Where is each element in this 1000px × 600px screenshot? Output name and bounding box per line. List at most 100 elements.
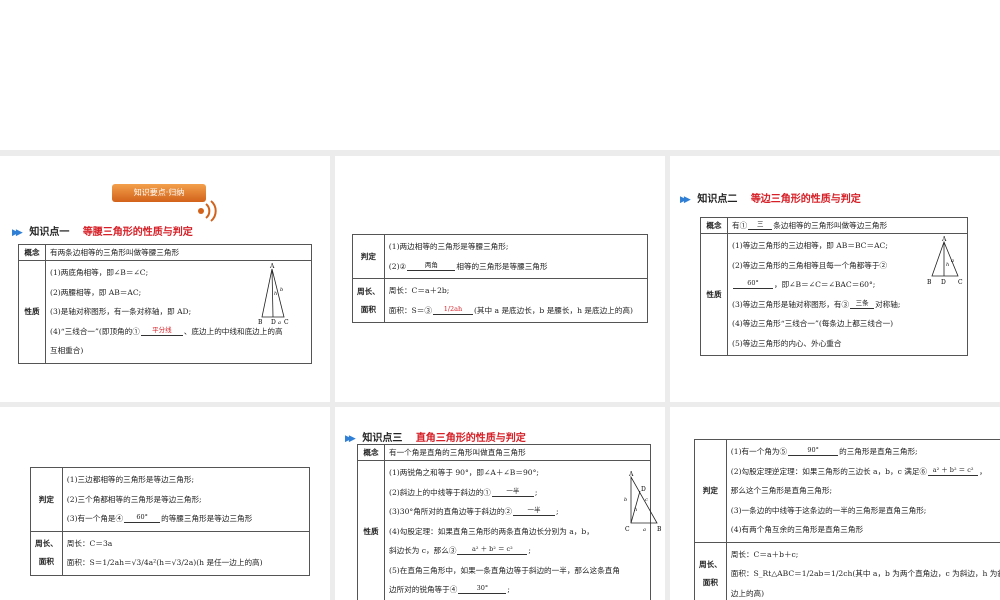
prop-line-4-cont: 斜边长为 c，那么③ a² ＋ b² ＝ c²;	[389, 545, 531, 555]
svg-text:A: A	[941, 236, 947, 243]
answer-blank: 90°	[788, 446, 839, 456]
kp-number: 知识点一	[29, 227, 70, 238]
area-line: 面积：S＝1/2ah＝√3/4a²(h＝√3/2a)(h 是任一边上的高)	[66, 558, 263, 567]
prop-line-3: (3)等边三角形是轴对称图形，有③ 三条 对称轴;	[732, 298, 901, 309]
answer-blank: 60°	[124, 513, 161, 523]
judge-line-3: (3)有一个角是④ 60° 的等腰三角形是等边三角形	[66, 513, 253, 523]
svg-text:a: a	[278, 320, 281, 325]
knowledge-point-heading: ▶▶ 知识点一 等腰三角形的性质与判定	[12, 223, 193, 238]
area-line: 面积：S＝③ 1/2ah (其中 a 是底边长，b 是腰长，h 是底边上的高)	[388, 304, 633, 315]
svg-text:b: b	[624, 497, 627, 503]
judge-line-1: (1)三边都相等的三角形是等边三角形;	[66, 475, 195, 484]
slide-right-triangle-properties[interactable]: ▶▶ 知识点三 直角三角形的性质与判定 概念 有一个角是直角的三角形叫做直角三角…	[335, 407, 665, 600]
slide-equilateral-judgement[interactable]: 判定 (1)三边都相等的三角形是等边三角形; (2)三个角都相等的三角形是等边三…	[0, 407, 330, 600]
slide-equilateral-properties[interactable]: ▶▶ 知识点二 等边三角形的性质与判定 概念 有① 三条边相等的三角形叫做等边三角…	[670, 156, 1000, 402]
svg-text:C: C	[625, 526, 630, 533]
area-header: 面积	[702, 577, 718, 587]
svg-text:a: a	[643, 527, 646, 533]
judge-line-2-cont: 那么这个三角形是直角三角形;	[730, 486, 833, 495]
judgement-header: 判定	[352, 234, 385, 279]
judgement-header: 判定	[30, 467, 63, 532]
answer-blank: 60°	[733, 279, 773, 289]
double-arrow-icon: ▶▶	[680, 195, 691, 205]
equilateral-judgement-table: 判定 (1)三边都相等的三角形是等边三角形; (2)三个角都相等的三角形是等边三…	[30, 467, 311, 576]
svg-text:h: h	[274, 291, 277, 297]
svg-text:C: C	[284, 319, 289, 325]
svg-text:h: h	[634, 507, 637, 513]
judge-line-3: (3)一条边的中线等于这条边的一半的三角形是直角三角形;	[730, 505, 927, 515]
perimeter-header: 周长、	[357, 286, 380, 296]
answer-blank: a² ＋ b² ＝ c²	[457, 545, 528, 555]
concept-header: 概念	[357, 444, 385, 461]
prop-line-4: (4)勾股定理：如果直角三角形的两条直角边长分别为 a，b，	[389, 526, 594, 536]
judgement-header: 判定	[694, 439, 727, 543]
prop-line-4-cont: 互相重合)	[50, 346, 84, 355]
kp-number: 知识点三	[362, 433, 403, 444]
isosceles-triangle-figure: A B D C a b h	[258, 263, 289, 325]
section-badge: 知识要点·归纳	[112, 184, 206, 202]
answer-blank: 平分线	[140, 326, 183, 336]
prop-line-4: (4)等边三角形“三线合一”(每条边上都三线合一)	[732, 319, 894, 328]
answer-blank: 三条	[850, 299, 875, 309]
svg-text:D: D	[941, 279, 946, 286]
svg-text:B: B	[258, 319, 263, 325]
kp-title: 直角三角形的性质与判定	[415, 433, 526, 444]
answer-blank: 两角	[407, 261, 456, 271]
slide-right-triangle-judgement[interactable]: 判定 (1)有一个角为⑤ 90° 的三角形是直角三角形; (2)勾股定理逆定理：如果…	[670, 407, 1000, 600]
svg-text:A: A	[628, 471, 634, 478]
judge-line-4: (4)有两个角互余的三角形是直角三角形	[730, 525, 864, 534]
svg-text:B: B	[927, 279, 932, 286]
perimeter-line: 周长：C＝3a	[66, 538, 113, 548]
prop-line-5: (5)等边三角形的内心、外心重合	[732, 338, 842, 348]
property-header: 性质	[18, 260, 46, 364]
isosceles-judgement-table: 判定 (1)两边相等的三角形是等腰三角形; (2)② 两角 相等的三角形是等腰三角形…	[352, 234, 649, 323]
area-header: 面积	[360, 304, 376, 314]
property-header: 性质	[700, 233, 728, 356]
judge-line-1: (1)两边相等的三角形是等腰三角形;	[388, 242, 509, 251]
blank-slide-area	[0, 0, 1000, 150]
double-arrow-icon: ▶▶	[345, 434, 356, 444]
double-arrow-icon: ▶▶	[12, 228, 23, 238]
area-line: 面积：S_Rt△ABC＝1/2ab＝1/2ch(其中 a，b 为两个直角边，c …	[730, 569, 1000, 578]
perimeter-line: 周长：C＝a＋2b;	[388, 286, 450, 295]
prop-line-3: (3)30°角所对的直角边等于斜边的② 一半;	[389, 506, 559, 516]
answer-blank: 一半	[491, 487, 534, 497]
answer-blank: 一半	[512, 506, 555, 516]
right-triangle-figure: A C B D a b c h	[624, 471, 662, 533]
judge-line-1: (1)有一个角为⑤ 90° 的三角形是直角三角形;	[730, 446, 918, 456]
judge-line-2: (2)② 两角 相等的三角形是等腰三角形	[388, 260, 548, 271]
svg-text:D: D	[271, 319, 276, 325]
svg-text:c: c	[645, 497, 648, 503]
svg-text:a: a	[951, 258, 954, 264]
answer-blank: a² ＋ b² ＝ c²	[928, 466, 979, 476]
judge-line-2: (2)三个角都相等的三角形是等边三角形;	[66, 494, 202, 504]
svg-text:C: C	[958, 279, 963, 286]
svg-text:B: B	[657, 526, 662, 533]
kp-title: 等边三角形的性质与判定	[750, 194, 861, 205]
svg-text:b: b	[280, 287, 283, 293]
area-header: 面积	[38, 557, 54, 566]
kp-number: 知识点二	[697, 194, 738, 205]
speaker-icon	[198, 200, 217, 222]
kp-title: 等腰三角形的性质与判定	[82, 227, 193, 238]
perimeter-line: 周长：C＝a＋b＋c;	[730, 549, 799, 559]
property-header: 性质	[357, 460, 385, 600]
right-triangle-judgement-table: 判定 (1)有一个角为⑤ 90° 的三角形是直角三角形; (2)勾股定理逆定理：如果…	[694, 439, 1000, 600]
answer-blank: 1/2ah	[432, 305, 473, 315]
concept-header: 概念	[18, 244, 46, 261]
judge-line-2: (2)勾股定理逆定理：如果三角形的三边长 a，b，c 满足⑥ a² ＋ b² ＝ …	[730, 465, 987, 476]
concept-text: 有两条边相等的三角形叫做等腰三角形	[45, 244, 312, 261]
slide-isosceles-properties[interactable]: 知识要点·归纳 ▶▶ 知识点一 等腰三角形的性质与判定 概念 有两条边相等的三角…	[0, 156, 330, 402]
prop-line-5: (5)在直角三角形中，如果一条直角边等于斜边的一半，那么这条直角	[389, 565, 620, 575]
knowledge-point-heading: ▶▶ 知识点三 直角三角形的性质与判定	[345, 429, 526, 444]
knowledge-point-heading: ▶▶ 知识点二 等边三角形的性质与判定	[680, 190, 861, 205]
prop-line-2: (2)斜边上的中线等于斜边的① 一半;	[389, 486, 538, 497]
answer-blank: 三	[748, 220, 773, 230]
svg-text:D: D	[641, 486, 646, 493]
concept-line: 有① 三条边相等的三角形叫做等边三角形	[727, 217, 968, 234]
slide-isosceles-judgement[interactable]: 判定 (1)两边相等的三角形是等腰三角形; (2)② 两角 相等的三角形是等腰三角形…	[335, 156, 665, 402]
svg-text:A: A	[269, 263, 275, 270]
isosceles-table: 概念 有两条边相等的三角形叫做等腰三角形 性质 (1)两底角相等，即∠B＝∠C;…	[18, 244, 312, 364]
concept-text: 有一个角是直角的三角形叫做直角三角形	[384, 444, 651, 461]
perimeter-header: 周长、	[699, 559, 722, 569]
